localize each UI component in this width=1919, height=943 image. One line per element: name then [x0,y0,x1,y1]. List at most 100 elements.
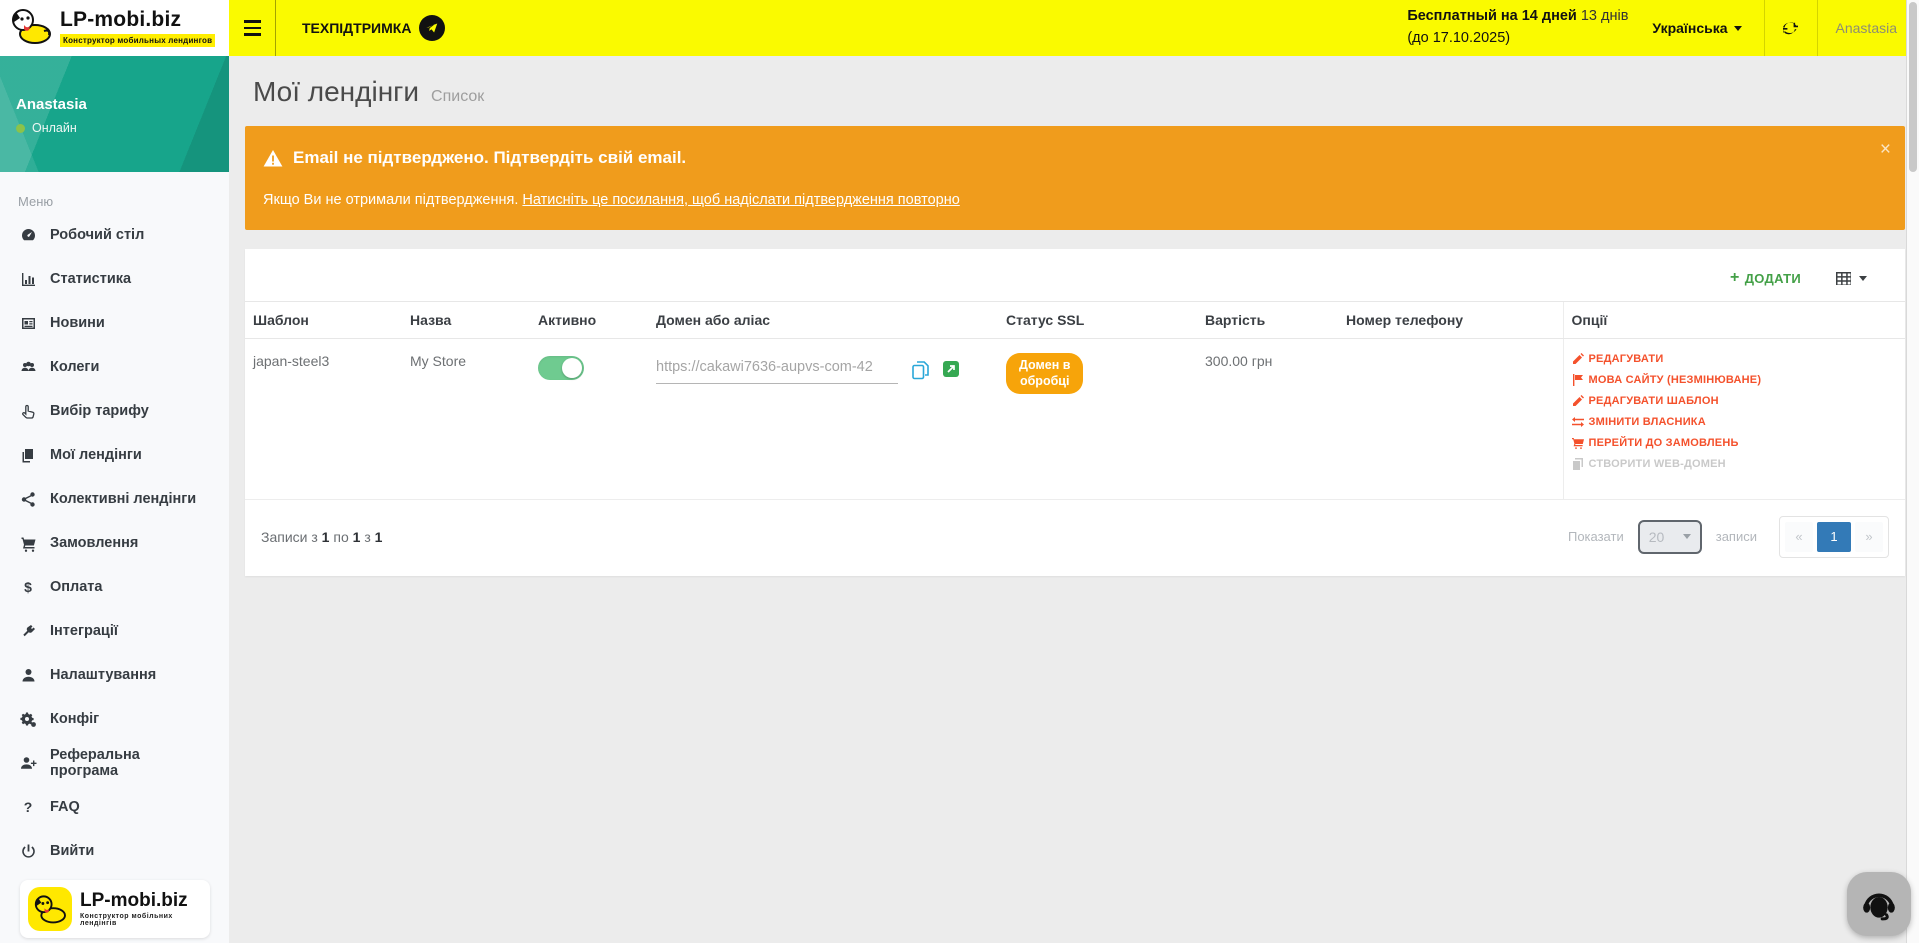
sidebar-user-panel: Anastasia Онлайн [0,56,229,172]
brand-tagline: Конструктор мобильных лендингов [60,34,215,47]
landings-table: Шаблон Назва Активно Домен або аліас Ста… [245,301,1905,499]
alert-close-button[interactable]: × [1880,140,1891,159]
col-domain: Домен або аліас [648,302,998,339]
records-info: Записи з 1 по 1 з 1 [261,529,382,545]
ssl-status-badge: Домен в обробці [1006,353,1083,394]
sidebar-footer-logo[interactable]: LP-mobi.biz Конструктор мобільних лендін… [20,880,210,938]
sidebar-item-logout[interactable]: Вийти [0,829,229,873]
add-landing-button[interactable]: + ДОДАТИ [1730,269,1801,287]
telegram-icon [419,15,445,41]
sidebar-item-my-landings[interactable]: Мої лендінги [0,433,229,477]
support-link[interactable]: ТЕХПІДТРИМКА [302,15,445,41]
sidebar-item-statistics[interactable]: Статистика [0,257,229,301]
columns-dropdown-button[interactable] [1835,271,1867,286]
header-divider [275,0,276,56]
option-change-owner[interactable]: ЗМІНИТИ ВЛАСНИКА [1572,416,1898,428]
domain-input[interactable] [656,353,898,384]
refresh-button[interactable] [1765,0,1817,56]
online-dot [16,124,25,133]
sidebar-menu: Робочий стіл Статистика Новини Колеги Ви… [0,213,229,873]
colleagues-icon [18,359,38,376]
cart-icon [18,535,38,552]
option-edit[interactable]: РЕДАГУВАТИ [1572,353,1898,365]
sidebar-item-settings[interactable]: Налаштування [0,653,229,697]
main-content: Мої лендінги Список Email не підтверджен… [229,56,1906,943]
brand-name: LP-mobi.biz [80,891,202,910]
plug-icon [18,623,38,640]
trial-plan-label: Бесплатный на 14 дней [1407,8,1577,24]
dollar-icon: $ [18,579,38,595]
records-label: записи [1716,529,1757,544]
support-label: ТЕХПІДТРИМКА [302,20,411,36]
prev-page-button[interactable]: « [1785,522,1813,552]
sidebar-item-tariff[interactable]: Вибір тарифу [0,389,229,433]
plus-icon: + [1730,269,1740,287]
col-price: Вартість [1197,302,1338,339]
copy-domain-button[interactable] [912,361,929,380]
tariff-hand-icon [18,403,38,420]
sidebar-item-config[interactable]: Конфіг [0,697,229,741]
option-edit-template[interactable]: РЕДАГУВАТИ ШАБЛОН [1572,395,1898,407]
sidebar-item-integrations[interactable]: Інтеграції [0,609,229,653]
sidebar-user-name: Anastasia [16,96,213,113]
sidebar: LP-mobi.biz Конструктор мобильных лендин… [0,0,229,943]
sidebar-item-orders[interactable]: Замовлення [0,521,229,565]
page-size-select[interactable]: 20 [1638,520,1702,554]
cell-ssl-status: Домен в обробці [998,339,1197,499]
cart-icon [1572,437,1584,449]
col-options: Опції [1563,302,1905,339]
copy-icon [912,361,929,380]
dashboard-icon [18,227,38,244]
chat-widget-button[interactable] [1847,872,1911,936]
options-list: РЕДАГУВАТИ МОВА САЙТУ (НЕЗМІНЮВАНЕ) РЕДА… [1572,353,1898,470]
col-template: Шаблон [245,302,402,339]
sidebar-item-payment[interactable]: $ Оплата [0,565,229,609]
cell-name: My Store [402,339,530,499]
cell-price: 300.00 грн [1197,339,1338,499]
question-icon: ? [18,799,38,815]
landings-icon [18,447,38,464]
option-create-web-domain: СТВОРИТИ WEB-ДОМЕН [1572,458,1898,470]
user-plus-icon [18,755,38,772]
email-alert: Email не підтверджено. Підтвердіть свій … [245,126,1905,230]
resend-confirmation-link[interactable]: Натисніть це посилання, щоб надіслати пі… [522,192,959,208]
sidebar-item-colleagues[interactable]: Колеги [0,345,229,389]
language-selector[interactable]: Українська [1652,20,1741,36]
online-status-label: Онлайн [32,121,77,135]
menu-toggle-button[interactable] [229,0,275,56]
sidebar-item-faq[interactable]: ? FAQ [0,785,229,829]
next-page-button[interactable]: » [1855,522,1883,552]
sidebar-item-collective-landings[interactable]: Колективні лендінги [0,477,229,521]
cell-template: japan-steel3 [245,339,402,499]
page-title: Мої лендінги [253,76,419,108]
col-active: Активно [530,302,648,339]
copy-icon [1572,458,1584,470]
option-go-to-orders[interactable]: ПЕРЕЙТИ ДО ЗАМОВЛЕНЬ [1572,437,1898,449]
show-label: Показати [1568,529,1624,544]
page-1-button[interactable]: 1 [1817,522,1851,552]
cell-active [530,339,648,499]
sidebar-item-referral[interactable]: Реферальна програма [0,741,229,785]
chevron-down-icon [1734,26,1742,31]
app-root: LP-mobi.biz Конструктор мобильных лендин… [0,0,1919,943]
scrollbar[interactable] [1906,0,1919,943]
option-site-language[interactable]: МОВА САЙТУ (НЕЗМІНЮВАНЕ) [1572,374,1898,386]
active-toggle[interactable] [538,356,584,380]
brand-logo[interactable]: LP-mobi.biz Конструктор мобильных лендин… [0,0,229,56]
header-username[interactable]: Anastasia [1818,20,1919,36]
cell-options: РЕДАГУВАТИ МОВА САЙТУ (НЕЗМІНЮВАНЕ) РЕДА… [1563,339,1905,499]
scrollbar-thumb[interactable] [1909,2,1917,172]
open-domain-button[interactable] [943,361,959,377]
sidebar-item-dashboard[interactable]: Робочий стіл [0,213,229,257]
brand-name: LP-mobi.biz [60,9,215,30]
panel-toolbar: + ДОДАТИ [245,249,1905,301]
chevron-down-icon [1683,534,1691,539]
col-name: Назва [402,302,530,339]
dog-logo-icon [28,887,72,931]
sidebar-item-news[interactable]: Новини [0,301,229,345]
pagination-bar: Записи з 1 по 1 з 1 Показати 20 записи «… [245,499,1905,576]
cogs-icon [18,711,38,728]
cell-domain [648,339,998,499]
edit-icon [1572,353,1584,365]
col-ssl-status: Статус SSL [998,302,1197,339]
